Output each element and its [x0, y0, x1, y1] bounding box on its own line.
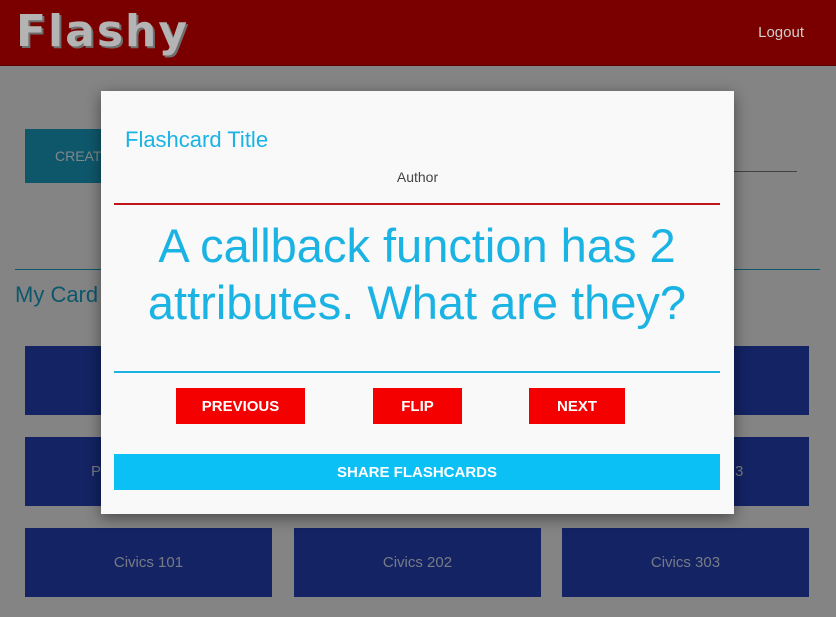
top-bar: Flashy Logout [0, 0, 836, 66]
title-divider [114, 203, 720, 205]
flashcard-text[interactable]: A callback function has 2 attributes. Wh… [114, 217, 720, 331]
share-flashcards-button[interactable]: SHARE FLASHCARDS [114, 454, 720, 490]
previous-button[interactable]: PREVIOUS [176, 388, 305, 424]
flip-button[interactable]: FLIP [373, 388, 462, 424]
flashcard-modal: Flashcard Title Author A callback functi… [101, 91, 734, 514]
flashcard-author: Author [396, 169, 439, 185]
card-divider [114, 371, 720, 373]
next-button[interactable]: NEXT [529, 388, 625, 424]
app-logo: Flashy [16, 6, 190, 57]
flashcard-title: Flashcard Title [125, 127, 269, 152]
logout-link[interactable]: Logout [758, 24, 804, 41]
